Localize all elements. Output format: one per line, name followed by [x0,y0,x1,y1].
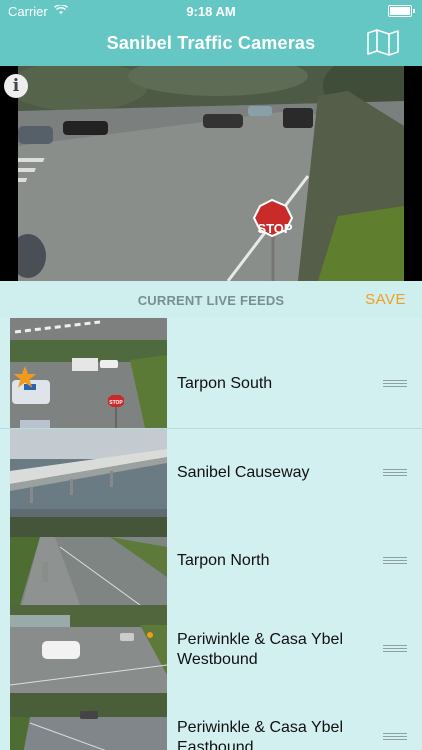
feed-label: Tarpon North [177,552,270,569]
feed-thumbnail [10,605,167,693]
feed-row-periwinkle-eastbound[interactable]: Periwinkle & Casa Ybel Eastbound [0,693,422,750]
feed-row-sanibel-causeway[interactable]: Sanibel Causeway [0,429,422,518]
feeds-header: CURRENT LIVE FEEDS SAVE [0,281,422,318]
clock: 9:18 AM [186,4,236,19]
save-button[interactable]: SAVE [365,291,406,308]
reorder-handle-icon[interactable] [383,380,407,390]
feed-row-periwinkle-westbound[interactable]: Periwinkle & Casa Ybel Westbound [0,605,422,694]
thumbnail-sign-overlay: STOP [109,400,123,406]
battery-icon [388,5,415,17]
camera-image [18,66,404,281]
reorder-handle-icon[interactable] [383,733,407,743]
feed-thumbnail [10,429,167,517]
feed-label: Periwinkle & Casa Ybel Eastbound [177,719,344,750]
thumbnail-sign-text: STOP [109,400,123,406]
feed-label: Periwinkle & Casa Ybel Westbound [177,631,344,668]
info-button[interactable]: i [4,74,28,98]
navigation-bar: Carrier 9:18 AM Sanibel Traffic Cameras [0,0,422,66]
map-icon[interactable] [366,28,400,56]
feed-list[interactable]: STOP Tarpon South Sanibel Causeway Tarpo… [0,318,422,750]
feed-thumbnail [10,517,167,605]
reorder-handle-icon[interactable] [383,557,407,567]
feed-thumbnail [10,693,167,750]
status-bar: Carrier 9:18 AM [0,0,422,22]
main-camera-view[interactable]: i [0,66,422,281]
feeds-title: CURRENT LIVE FEEDS [137,293,285,308]
feed-row-tarpon-south[interactable]: STOP Tarpon South [0,340,422,429]
feed-row-tarpon-north[interactable]: Tarpon North [0,517,422,606]
reorder-handle-icon[interactable] [383,469,407,479]
feed-label: Tarpon South [177,375,273,392]
feed-row-partial[interactable] [0,318,422,341]
feed-label: Sanibel Causeway [177,464,310,481]
feed-thumbnail [10,318,167,340]
reorder-handle-icon[interactable] [383,645,407,655]
page-title: Sanibel Traffic Cameras [106,33,316,53]
